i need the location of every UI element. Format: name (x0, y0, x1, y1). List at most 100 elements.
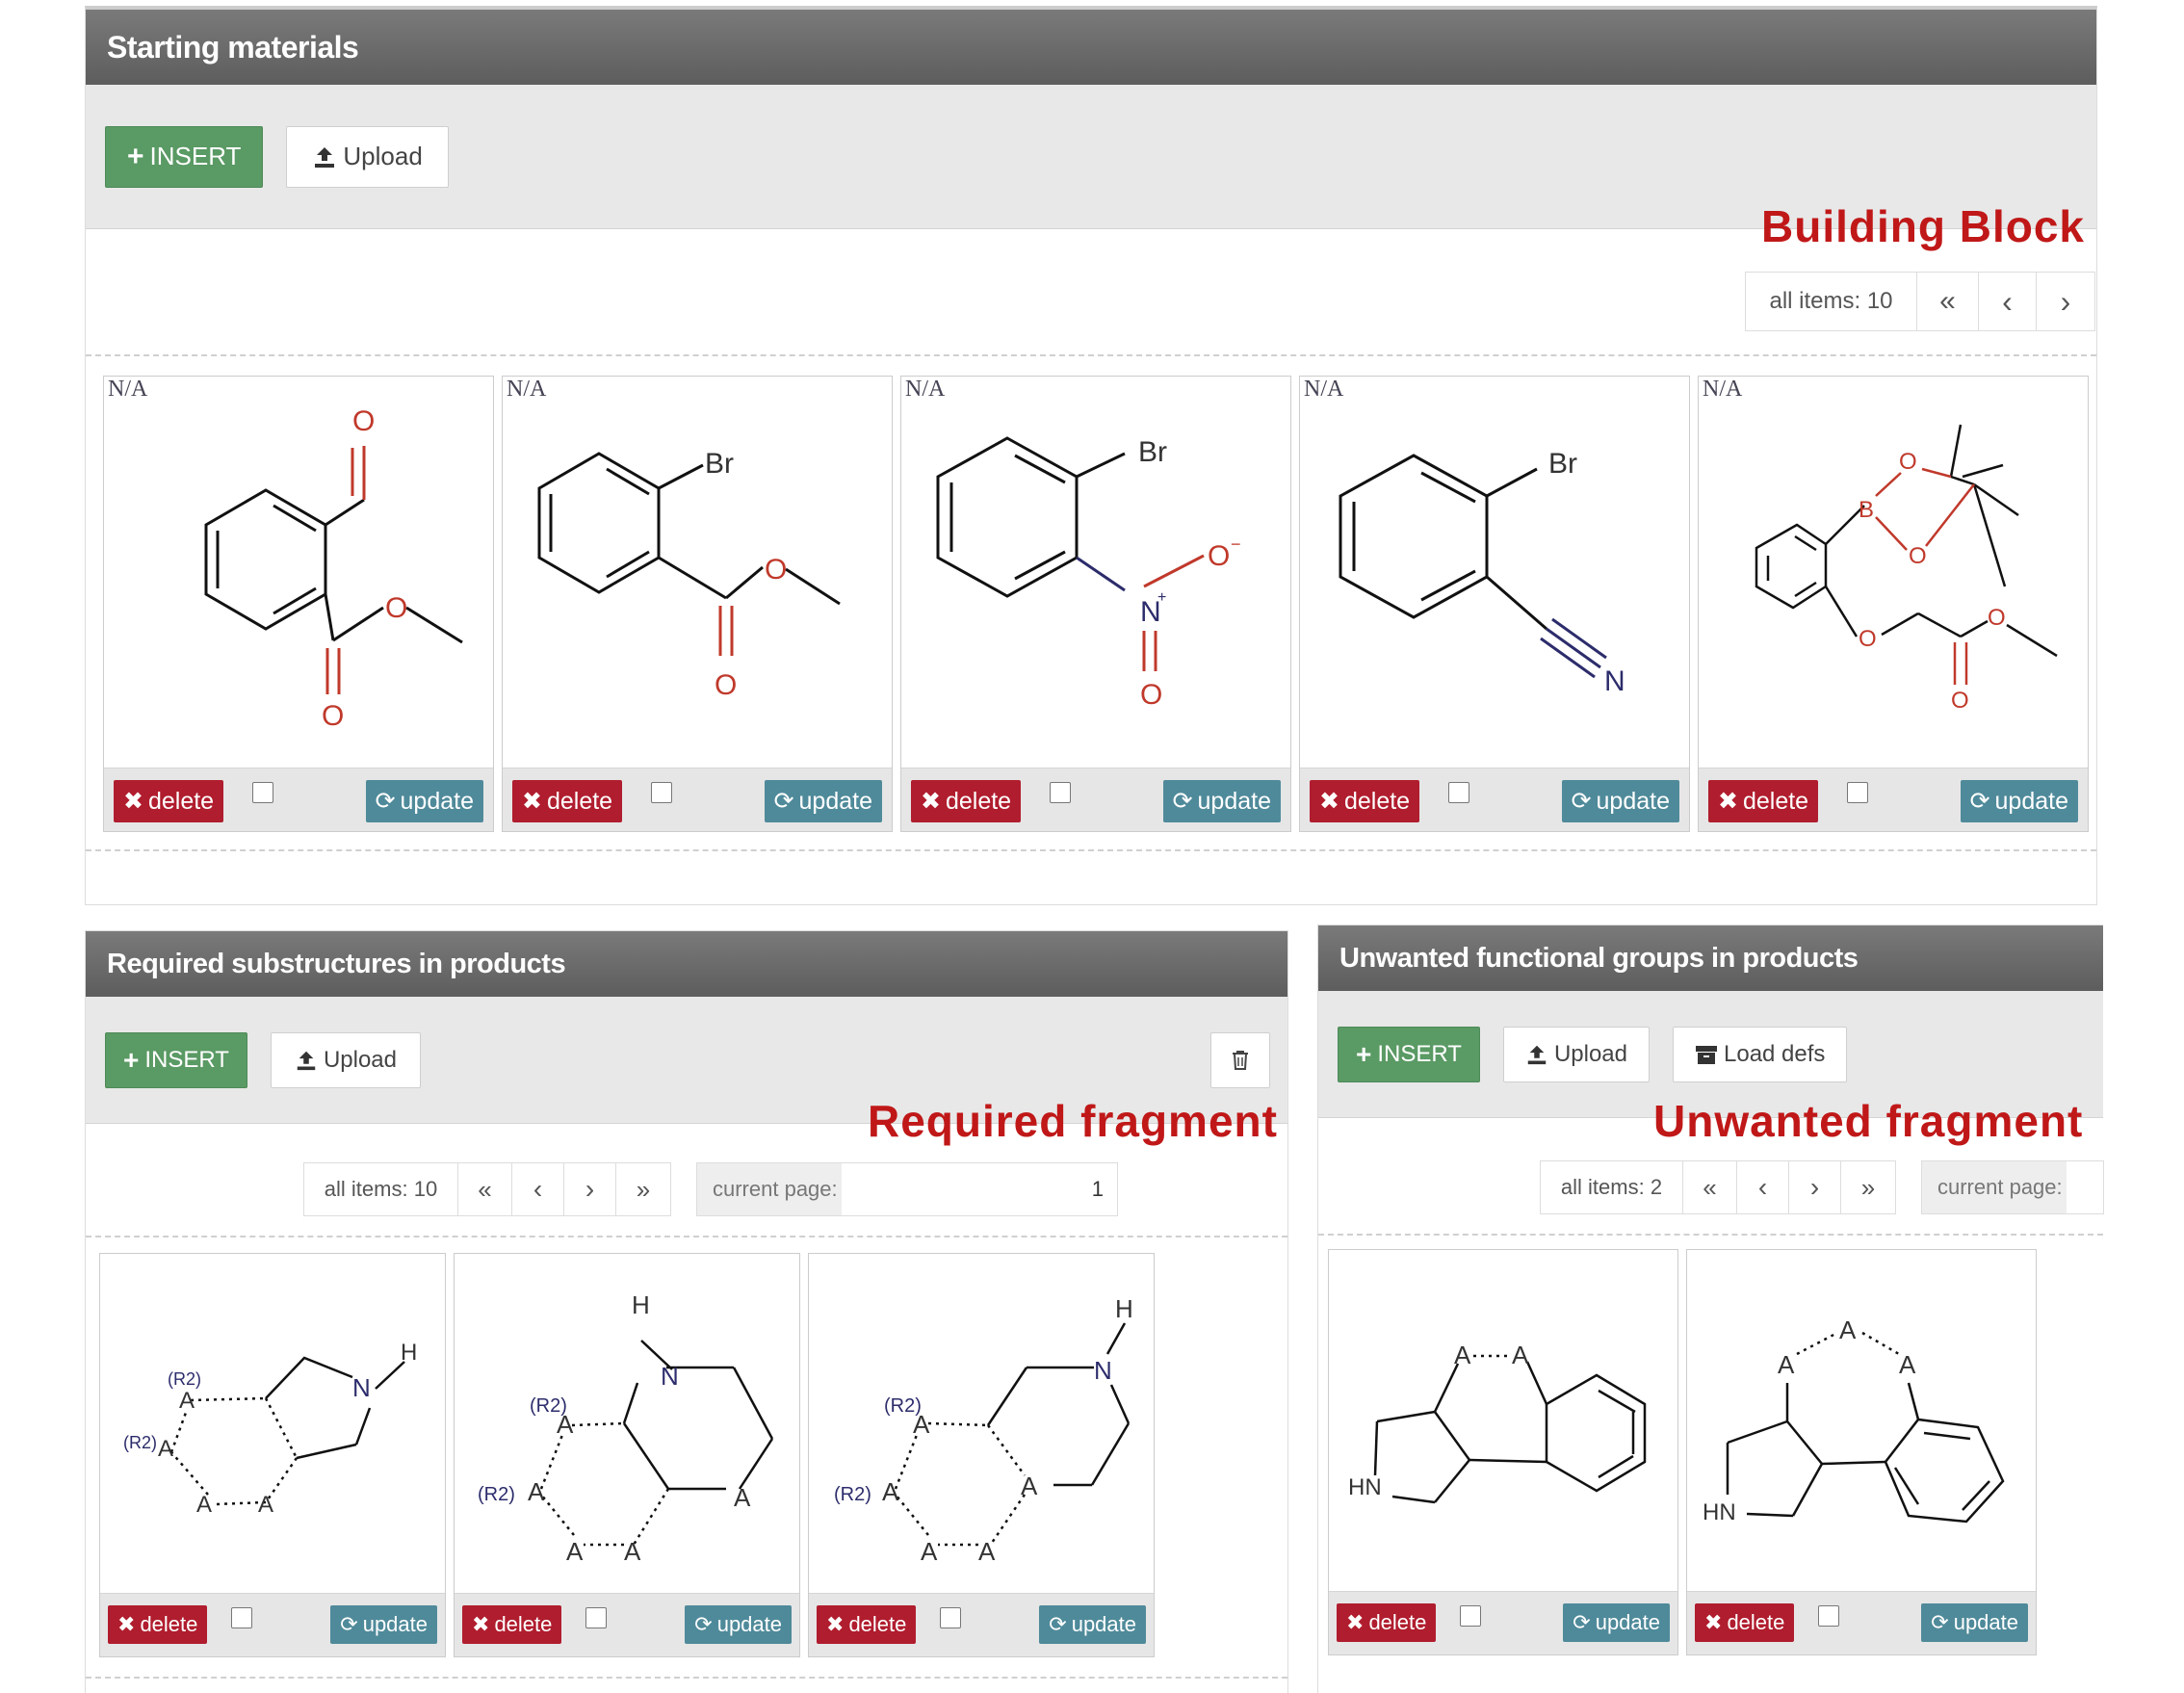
delete-label: delete (1727, 1610, 1785, 1634)
update-button[interactable]: ⟳ update (1960, 780, 2078, 822)
pager-first-button[interactable]: « (1683, 1161, 1737, 1213)
select-checkbox[interactable] (1818, 1605, 1839, 1627)
svg-text:−: − (1231, 534, 1241, 554)
update-button[interactable]: ⟳ update (1162, 780, 1281, 822)
delete-button[interactable]: ✖ delete (1695, 1603, 1795, 1642)
building-block-annotation: Building Block (1761, 201, 2085, 251)
card-actions: ✖ delete ⟳ update (1329, 1591, 1677, 1654)
update-label: update (1953, 1610, 2018, 1634)
select-checkbox[interactable] (1448, 782, 1469, 803)
times-icon: ✖ (1319, 788, 1339, 815)
all-items-count: all items: 10 (304, 1163, 458, 1215)
plus-icon: + (1356, 1038, 1372, 1069)
required-card: H N A A A A A (R2) (R2) ✖ delete ⟳ update (808, 1253, 1155, 1657)
refresh-icon: ⟳ (1969, 788, 1990, 815)
pager-first-button[interactable]: « (1917, 273, 1979, 330)
update-button[interactable]: ⟳ update (1561, 780, 1679, 822)
select-checkbox[interactable] (585, 1607, 607, 1628)
update-button[interactable]: ⟳ update (330, 1605, 437, 1644)
update-button[interactable]: ⟳ update (685, 1605, 792, 1644)
card-actions: ✖ delete ⟳ update (100, 1593, 445, 1656)
insert-label: INSERT (149, 142, 242, 170)
delete-button[interactable]: ✖ delete (462, 1605, 562, 1644)
svg-text:A: A (196, 1492, 212, 1518)
update-button[interactable]: ⟳ update (1039, 1605, 1146, 1644)
update-label: update (1595, 1610, 1660, 1634)
svg-text:O: O (352, 405, 375, 437)
starting-card: N/A Br O O ✖ delete ⟳ update (502, 376, 893, 832)
unwanted-fragment-annotation: Unwanted fragment (1653, 1096, 2084, 1146)
pager-prev-button[interactable]: ‹ (1979, 273, 2037, 330)
insert-button[interactable]: + INSERT (105, 1031, 247, 1088)
select-checkbox[interactable] (940, 1607, 961, 1628)
current-page-input[interactable]: 1 (841, 1163, 1117, 1215)
pager-last-button[interactable]: » (616, 1163, 670, 1215)
select-checkbox[interactable] (231, 1607, 252, 1628)
delete-label: delete (546, 787, 613, 815)
delete-button[interactable]: ✖ delete (108, 1605, 208, 1644)
pager-last-button[interactable]: » (1841, 1161, 1895, 1213)
svg-text:B: B (1859, 497, 1874, 523)
pager-next-button[interactable]: › (1789, 1161, 1841, 1213)
delete-button[interactable]: ✖ delete (911, 780, 1022, 822)
molecule-structure: Br O O (537, 448, 841, 701)
svg-text:A: A (978, 1537, 996, 1566)
required-card: N H A A A A (R2) (R2) ✖ delete ⟳ update (99, 1253, 446, 1657)
refresh-icon: ⟳ (694, 1612, 713, 1636)
delete-button[interactable]: ✖ delete (512, 780, 623, 822)
delete-label: delete (1742, 787, 1809, 815)
times-icon: ✖ (1704, 1610, 1723, 1634)
all-items-count: all items: 10 (1746, 273, 1917, 330)
clear-button[interactable] (1210, 1032, 1270, 1088)
pager-prev-button[interactable]: ‹ (512, 1163, 564, 1215)
insert-button[interactable]: + INSERT (105, 125, 264, 188)
update-button[interactable]: ⟳ update (1563, 1603, 1670, 1642)
select-checkbox[interactable] (1050, 782, 1071, 803)
delete-button[interactable]: ✖ delete (1708, 780, 1819, 822)
update-label: update (1071, 1612, 1136, 1636)
times-icon: ✖ (921, 788, 941, 815)
insert-label: INSERT (1377, 1040, 1462, 1067)
pager-first-button[interactable]: « (458, 1163, 512, 1215)
select-checkbox[interactable] (1847, 782, 1868, 803)
pager-prev-button[interactable]: ‹ (1737, 1161, 1789, 1213)
delete-button[interactable]: ✖ delete (817, 1605, 917, 1644)
svg-text:A: A (1839, 1315, 1857, 1344)
svg-text:O: O (322, 700, 344, 732)
select-checkbox[interactable] (252, 782, 273, 803)
select-checkbox[interactable] (1460, 1605, 1481, 1627)
upload-button[interactable]: Upload (286, 125, 449, 188)
update-label: update (362, 1612, 428, 1636)
pager-next-button[interactable]: › (2037, 273, 2094, 330)
refresh-icon: ⟳ (1931, 1610, 1949, 1634)
unwanted-pager: all items: 2 « ‹ › » (1540, 1160, 1896, 1214)
required-card: H N A A A A A (R2) (R2) ✖ delete ⟳ update (454, 1253, 800, 1657)
delete-button[interactable]: ✖ delete (1310, 780, 1420, 822)
current-page-input[interactable] (2066, 1161, 2103, 1213)
all-items-count: all items: 2 (1541, 1161, 1683, 1213)
delete-button[interactable]: ✖ delete (1337, 1603, 1437, 1642)
delete-label: delete (945, 787, 1012, 815)
upload-button[interactable]: Upload (270, 1031, 421, 1088)
svg-text:(R2): (R2) (530, 1395, 567, 1417)
fragment-structure: N H A A A A (R2) (R2) (123, 1340, 417, 1518)
starting-materials-header: Starting materials (86, 10, 2096, 85)
insert-button[interactable]: + INSERT (1338, 1026, 1480, 1082)
update-button[interactable]: ⟳ update (365, 780, 483, 822)
svg-text:Br: Br (1548, 448, 1577, 480)
starting-card: N/A B O O O O O ✖ delete ⟳ update (1698, 376, 2089, 832)
divider (1318, 1234, 2103, 1236)
svg-text:O: O (715, 669, 737, 701)
update-button[interactable]: ⟳ update (764, 780, 882, 822)
upload-button[interactable]: Upload (1502, 1026, 1650, 1082)
card-actions: ✖ delete ⟳ update (901, 768, 1290, 831)
svg-text:H: H (401, 1340, 417, 1366)
load-defs-button[interactable]: Load defs (1673, 1026, 1848, 1082)
delete-button[interactable]: ✖ delete (114, 780, 224, 822)
update-button[interactable]: ⟳ update (1921, 1603, 2028, 1642)
current-page-label: current page: (713, 1177, 838, 1201)
starting-card: N/A Br N ✖ delete ⟳ update (1299, 376, 1690, 832)
pager-next-button[interactable]: › (564, 1163, 616, 1215)
select-checkbox[interactable] (651, 782, 672, 803)
svg-text:A: A (1021, 1472, 1038, 1500)
